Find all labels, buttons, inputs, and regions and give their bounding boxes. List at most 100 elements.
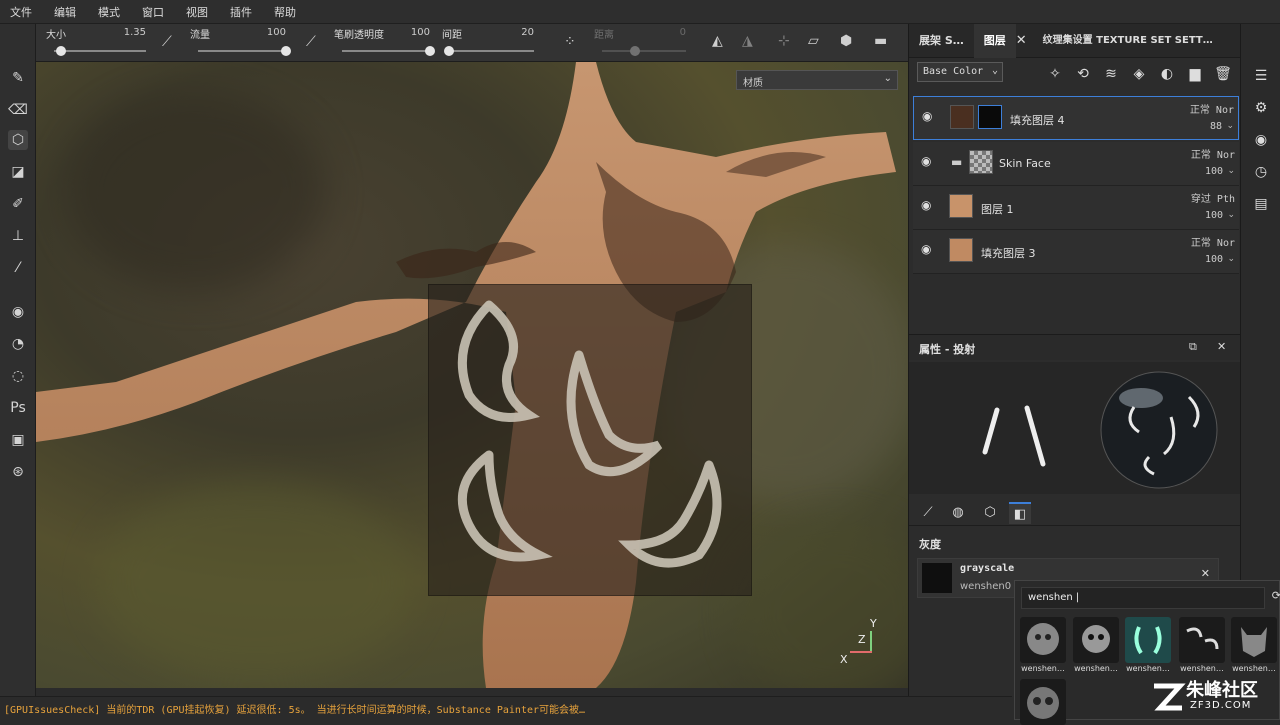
projection-mode-icon[interactable]: ▱ (808, 33, 819, 49)
photoshop-icon[interactable]: Ps (8, 398, 28, 418)
mask-thumbnail[interactable] (978, 105, 1002, 129)
lazy-mouse-icon[interactable]: ⁘ (564, 34, 576, 50)
flow-slider[interactable]: 流量 100 (180, 24, 294, 62)
layer-item[interactable]: ◉ 填充图层 4 正常 Nor 88 ⌄ (913, 96, 1239, 140)
camera-icon[interactable]: ▬ (874, 33, 887, 49)
close-icon[interactable]: ✕ (1016, 33, 1027, 48)
layers-panel-icon[interactable]: ☰ (1251, 66, 1271, 86)
eye-icon[interactable]: ◉ (921, 242, 931, 256)
layer-name: 填充图层 4 (1010, 114, 1065, 127)
menu-edit[interactable]: 编辑 (54, 4, 76, 20)
polygon-fill-icon[interactable]: ◪ (8, 162, 28, 182)
add-fill-layer-icon[interactable]: ≋ (1101, 64, 1121, 84)
chevron-down-icon[interactable]: ⌄ (1226, 121, 1234, 131)
spacing-slider[interactable]: 间距 20 (432, 24, 542, 62)
symmetry-axis-icon[interactable]: ◮ (742, 33, 753, 49)
distance-slider[interactable]: 距离 0 (584, 24, 694, 62)
size-slider[interactable]: 大小 1.35 (36, 24, 154, 62)
blend-mode[interactable]: 正常 Nor (1190, 101, 1234, 116)
close-icon[interactable]: ✕ (1217, 340, 1226, 353)
layer-opacity[interactable]: 100 (1205, 254, 1223, 265)
menu-help[interactable]: 帮助 (274, 4, 296, 20)
add-paint-layer-icon[interactable]: ◈ (1129, 64, 1149, 84)
log-icon[interactable]: ▤ (1251, 194, 1271, 214)
close-icon[interactable]: ✕ (1201, 567, 1210, 580)
menu-file[interactable]: 文件 (10, 4, 32, 20)
layer-opacity[interactable]: 100 (1205, 166, 1223, 177)
bell-icon[interactable]: ◔ (8, 334, 28, 354)
rotate-icon[interactable]: ⊹ (778, 33, 790, 49)
resource-search-input[interactable]: wenshen | (1021, 587, 1265, 609)
pressure-icon[interactable]: ⟋ (306, 34, 316, 50)
chevron-down-icon[interactable]: ⌄ (1227, 254, 1235, 264)
add-folder-icon[interactable]: ▆ (1185, 64, 1205, 84)
display-settings-icon[interactable]: ◉ (1251, 130, 1271, 150)
color-picker-icon[interactable]: ⁄ (8, 258, 28, 278)
bake-icon[interactable]: ◉ (8, 302, 28, 322)
layer-opacity[interactable]: 88 (1210, 121, 1222, 132)
brush-opacity-value[interactable]: 100 (411, 27, 430, 38)
flow-value[interactable]: 100 (267, 27, 286, 38)
tool-options-bar: 大小 1.35 ⟋ 流量 100 ⟋ 笔刷透明度 100 间距 20 ⁘ 距离 … (36, 24, 908, 62)
blend-mode[interactable]: 正常 Nor (1191, 234, 1235, 249)
resource-result[interactable]: wenshen… (1179, 617, 1225, 673)
clone-tool-icon[interactable]: ⊥ (8, 226, 28, 246)
material-dropdown[interactable]: 材质 ⌄ (736, 70, 898, 90)
eye-icon[interactable]: ◉ (921, 198, 931, 212)
layer-item[interactable]: ◉ 填充图层 3 正常 Nor 100 ⌄ (913, 230, 1239, 274)
eye-icon[interactable]: ◉ (921, 154, 931, 168)
fill-tab-icon[interactable]: ◍ (947, 502, 969, 524)
symmetry-icon[interactable]: ◭ (712, 33, 723, 49)
spacing-value[interactable]: 20 (521, 27, 534, 38)
shelf-icon[interactable]: ◌ (8, 366, 28, 386)
resource-result[interactable] (1020, 679, 1066, 725)
layer-opacity[interactable]: 100 (1205, 210, 1223, 221)
tab-shelf[interactable]: 展架 S… (909, 24, 974, 58)
history-icon[interactable]: ◷ (1251, 162, 1271, 182)
camera-cube-icon[interactable]: ⬢ (840, 33, 852, 49)
add-smart-mask-icon[interactable]: ◐ (1157, 64, 1177, 84)
layer-item[interactable]: ◉ 图层 1 穿过 Pth 100 ⌄ (913, 186, 1239, 230)
flow-label: 流量 (190, 30, 210, 41)
brush-opacity-slider[interactable]: 笔刷透明度 100 (324, 24, 438, 62)
layer-item[interactable]: ◉ ▬ Skin Face 正常 Nor 100 ⌄ (913, 142, 1239, 186)
resource-result[interactable]: wenshen… (1020, 617, 1066, 673)
mask-tab-icon[interactable]: ⬡ (979, 502, 1001, 524)
projection-tool-icon[interactable]: ⬡ (8, 130, 28, 150)
preview-shapes (982, 371, 1218, 489)
3d-viewport[interactable]: 材质 ⌄ Y Z X (36, 62, 908, 688)
channel-dropdown[interactable]: Base Color ⌄ (917, 62, 1003, 82)
settings-icon[interactable]: ⚙ (1251, 98, 1271, 118)
brush-tool-icon[interactable]: ✎ (8, 68, 28, 88)
menu-plugins[interactable]: 插件 (230, 4, 252, 20)
sync-icon[interactable]: ⊛ (8, 462, 28, 482)
resource-result[interactable]: wenshen… (1073, 617, 1119, 673)
chevron-down-icon[interactable]: ⌄ (1227, 210, 1235, 220)
menu-view[interactable]: 视图 (186, 4, 208, 20)
eraser-tool-icon[interactable]: ⌫ (8, 100, 28, 120)
maximize-icon[interactable]: ⧉ (1189, 340, 1197, 354)
menu-mode[interactable]: 模式 (98, 4, 120, 20)
resource-result[interactable]: wenshen… (1125, 617, 1171, 673)
distance-value[interactable]: 0 (680, 27, 686, 38)
tab-texture-set[interactable]: 纹理集设置 TEXTURE SET SETT… (1037, 24, 1219, 58)
eye-icon[interactable]: ◉ (922, 109, 932, 123)
projection-preview[interactable] (428, 284, 752, 596)
resource-result[interactable]: wenshen… (1231, 617, 1277, 673)
add-mask-icon[interactable]: ⟲ (1073, 64, 1093, 84)
export-icon[interactable]: ▣ (8, 430, 28, 450)
blend-mode[interactable]: 穿过 Pth (1191, 190, 1235, 205)
chevron-down-icon[interactable]: ⌄ (1227, 166, 1235, 176)
brush-opacity-label: 笔刷透明度 (334, 30, 384, 41)
delete-layer-icon[interactable]: 🗑 (1213, 64, 1233, 84)
tab-layers[interactable]: 图层 (973, 23, 1016, 58)
grayscale-tab-icon[interactable]: ◧ (1009, 502, 1031, 524)
refresh-icon[interactable]: ⟳ (1272, 589, 1280, 602)
smudge-tool-icon[interactable]: ✐ (8, 194, 28, 214)
add-effect-icon[interactable]: ✧ (1045, 64, 1065, 84)
material-tab-icon[interactable]: ⟋ (917, 502, 939, 524)
menu-window[interactable]: 窗口 (142, 4, 164, 20)
blend-mode[interactable]: 正常 Nor (1191, 146, 1235, 161)
brush-shape-icon[interactable]: ⟋ (162, 34, 172, 50)
size-value[interactable]: 1.35 (124, 27, 146, 38)
